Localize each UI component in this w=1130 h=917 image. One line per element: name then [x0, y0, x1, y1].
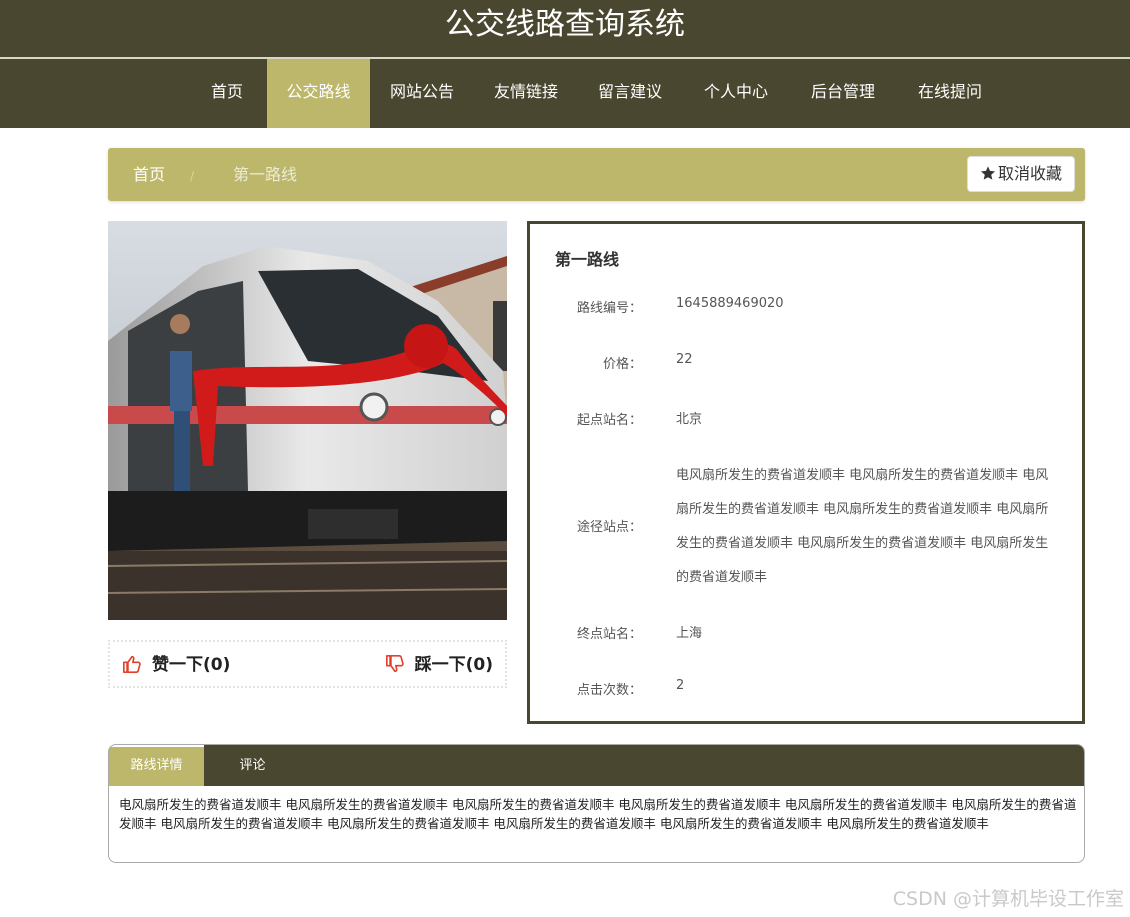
route-title: 第一路线 — [555, 250, 620, 269]
nav-item-personal-center[interactable]: 个人中心 — [692, 59, 780, 128]
end-station-value: 上海 — [676, 626, 703, 641]
price-label: 价格： — [602, 357, 642, 372]
thumbs-down-icon — [385, 655, 404, 673]
breadcrumb-current: 第一路线 — [233, 165, 298, 184]
thumbs-up-icon — [123, 655, 141, 673]
end-station-label: 终点站名： — [576, 627, 642, 642]
click-count-value: 2 — [676, 678, 685, 693]
main-nav: 首页 公交路线 网站公告 友情链接 留言建议 个人中心 后台管理 在线提问 — [0, 59, 1130, 128]
breadcrumb: 首页 / 第一路线 取消收藏 — [108, 148, 1085, 201]
nav-item-online-questions[interactable]: 在线提问 — [906, 59, 994, 128]
nav-item-feedback[interactable]: 留言建议 — [586, 59, 674, 128]
vote-bar: 赞一下(0) 踩一下(0) — [108, 640, 507, 688]
like-button[interactable]: 赞一下(0) — [122, 642, 230, 688]
nav-item-friend-links[interactable]: 友情链接 — [482, 59, 570, 128]
unfavorite-button[interactable]: 取消收藏 — [967, 156, 1075, 192]
tab-route-details[interactable]: 路线详情 — [109, 745, 204, 786]
watermark: CSDN @计算机毕设工作室 — [892, 888, 1124, 910]
tab-comments[interactable]: 评论 — [215, 745, 290, 786]
tabs-header: 路线详情 评论 — [109, 745, 1084, 786]
dislike-label: 踩一下(0) — [414, 655, 493, 675]
star-icon — [980, 166, 995, 180]
route-number-label: 路线编号： — [576, 301, 642, 316]
subway-train-image — [108, 221, 507, 620]
breadcrumb-home-link[interactable]: 首页 — [133, 148, 165, 202]
like-label: 赞一下(0) — [152, 655, 231, 675]
site-title: 公交线路查询系统 — [0, 0, 1130, 58]
via-stations-label: 途径站点： — [576, 520, 642, 535]
nav-item-home[interactable]: 首页 — [197, 59, 257, 128]
price-value: 22 — [676, 352, 693, 367]
nav-item-admin[interactable]: 后台管理 — [799, 59, 887, 128]
breadcrumb-separator: / — [190, 169, 195, 183]
start-station-value: 北京 — [676, 412, 703, 427]
unfavorite-label: 取消收藏 — [997, 164, 1062, 183]
route-photo — [108, 221, 507, 620]
via-stations-value: 电风扇所发生的费省道发顺丰 电风扇所发生的费省道发顺丰 电风扇所发生的费省道发顺… — [676, 468, 1049, 585]
start-station-label: 起点站名： — [576, 413, 642, 428]
click-count-label: 点击次数： — [576, 683, 642, 698]
nav-item-announcements[interactable]: 网站公告 — [378, 59, 466, 128]
route-info-panel: 第一路线 路线编号： 1645889469020 价格： 22 起点站名： 北京… — [527, 221, 1085, 724]
route-number-value: 1645889469020 — [676, 296, 784, 311]
detail-tabs-panel: 路线详情 评论 电风扇所发生的费省道发顺丰 电风扇所发生的费省道发顺丰 电风扇所… — [108, 744, 1085, 863]
dislike-button[interactable]: 踩一下(0) — [385, 642, 493, 688]
route-details-text: 电风扇所发生的费省道发顺丰 电风扇所发生的费省道发顺丰 电风扇所发生的费省道发顺… — [119, 797, 1077, 831]
nav-item-bus-routes[interactable]: 公交路线 — [267, 59, 370, 128]
